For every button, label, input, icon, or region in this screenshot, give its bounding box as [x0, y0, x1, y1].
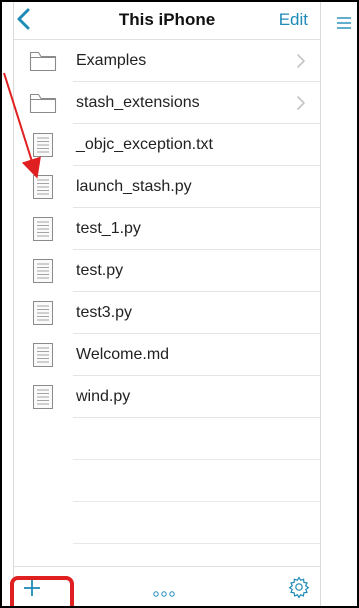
more-dots-icon [153, 591, 175, 597]
chevron-right-icon [296, 95, 306, 111]
document-icon [29, 175, 57, 199]
add-button[interactable] [22, 578, 42, 598]
file-name-label: test_1.py [76, 220, 141, 237]
edit-button[interactable]: Edit [279, 10, 308, 30]
file-name-label: test3.py [76, 304, 133, 321]
folder-icon [29, 91, 57, 115]
file-name-label: Welcome.md [76, 346, 170, 363]
file-name-label: stash_extensions [76, 94, 200, 111]
empty-row [14, 502, 320, 544]
file-name-label: _objc_exception.txt [76, 136, 213, 153]
side-menu-button[interactable] [336, 16, 352, 30]
file-name-label: Examples [76, 52, 147, 69]
file-row[interactable]: test.py [14, 250, 320, 292]
file-row[interactable]: Welcome.md [14, 334, 320, 376]
document-icon [29, 385, 57, 409]
file-name-label: launch_stash.py [76, 178, 192, 195]
document-icon [29, 259, 57, 283]
gear-icon [288, 576, 310, 599]
file-row[interactable]: launch_stash.py [14, 166, 320, 208]
file-row[interactable]: _objc_exception.txt [14, 124, 320, 166]
plus-icon [24, 580, 40, 596]
folder-row[interactable]: stash_extensions [14, 82, 320, 124]
bottom-toolbar [14, 566, 320, 608]
empty-row [14, 460, 320, 502]
empty-row [14, 418, 320, 460]
document-icon [29, 217, 57, 241]
file-browser-panel: This iPhone Edit Examples stash_extension… [13, 0, 321, 608]
settings-button[interactable] [288, 576, 310, 599]
document-icon [29, 301, 57, 325]
screen: This iPhone Edit Examples stash_extension… [0, 0, 359, 608]
folder-icon [29, 49, 57, 73]
folder-row[interactable]: Examples [14, 40, 320, 82]
file-name-label: wind.py [76, 388, 131, 405]
file-list: Examples stash_extensions _objc_exception.… [14, 40, 320, 586]
page-title: This iPhone [118, 10, 216, 29]
file-name-label: test.py [76, 262, 124, 279]
hamburger-menu-icon [337, 17, 351, 29]
document-icon [29, 343, 57, 367]
document-icon [29, 133, 57, 157]
chevron-right-icon [296, 53, 306, 69]
file-row[interactable]: wind.py [14, 376, 320, 418]
file-row[interactable]: test_1.py [14, 208, 320, 250]
navigation-bar: This iPhone Edit [14, 0, 320, 40]
more-button[interactable] [152, 585, 176, 597]
file-row[interactable]: test3.py [14, 292, 320, 334]
